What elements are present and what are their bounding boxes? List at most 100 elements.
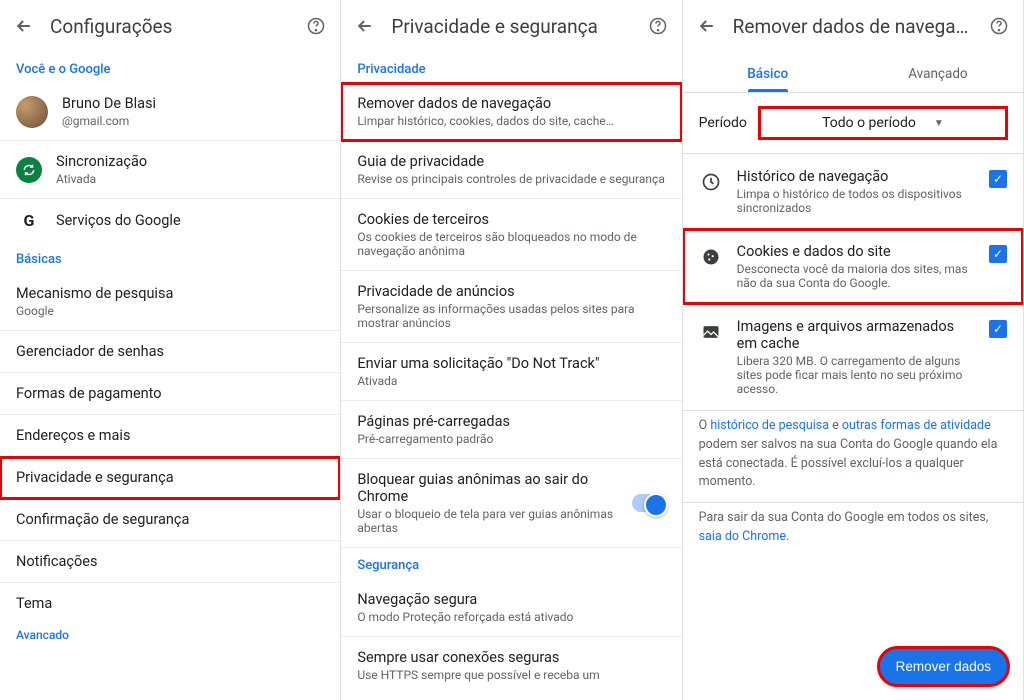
incognito-lock-row[interactable]: Bloquear guias anônimas ao sair do Chrom… <box>341 459 681 548</box>
privacy-guide-row[interactable]: Guia de privacidade Revise os principais… <box>341 141 681 199</box>
dnt-title: Enviar uma solicitação "Do Not Track" <box>357 355 665 372</box>
search-engine-sub: Google <box>16 304 324 318</box>
preload-sub: Pré-carregamento padrão <box>357 432 665 446</box>
cache-sub: Libera 320 MB. O carregamento de alguns … <box>737 354 975 396</box>
safe-browsing-title: Navegação segura <box>357 591 665 608</box>
https-sub: Use HTTPS sempre que possível e receba u… <box>357 668 665 682</box>
cookies-checkbox[interactable]: ✓ <box>989 245 1007 263</box>
sync-icon <box>16 157 42 183</box>
passwords-label: Gerenciador de senhas <box>16 343 324 360</box>
search-history-note: O histórico de pesquisa e outras formas … <box>683 411 1023 502</box>
settings-list: Você e o Google Bruno De Blasi @gmail.co… <box>0 52 340 700</box>
safety-row[interactable]: Confirmação de segurança <box>0 499 340 541</box>
section-you-google: Você e o Google <box>0 52 340 83</box>
history-checkbox[interactable]: ✓ <box>989 170 1007 188</box>
dnt-row[interactable]: Enviar uma solicitação "Do Not Track" At… <box>341 343 681 401</box>
account-row[interactable]: Bruno De Blasi @gmail.com <box>0 83 340 141</box>
clear-data-row[interactable]: Remover dados de navegação Limpar histór… <box>341 83 681 141</box>
header: Privacidade e segurança <box>341 0 681 52</box>
clear-data-panel: Remover dados de navega… Básico Avançado… <box>683 0 1024 700</box>
incognito-lock-toggle[interactable] <box>632 494 666 512</box>
payments-row[interactable]: Formas de pagamento <box>0 373 340 415</box>
clear-data-button[interactable]: Remover dados <box>878 647 1009 686</box>
incognito-lock-title: Bloquear guias anônimas ao sair do Chrom… <box>357 471 617 505</box>
dnt-sub: Ativada <box>357 374 665 388</box>
page-title: Remover dados de navega… <box>733 15 973 38</box>
theme-row[interactable]: Tema <box>0 583 340 624</box>
privacy-label: Privacidade e segurança <box>16 469 324 486</box>
ads-row[interactable]: Privacidade de anúncios Personalize as i… <box>341 271 681 343</box>
cookies-title: Cookies de terceiros <box>357 211 665 228</box>
tabs: Básico Avançado <box>683 52 1023 92</box>
google-services-row[interactable]: G Serviços do Google <box>0 199 340 242</box>
clear-data-sub: Limpar histórico, cookies, dados do site… <box>357 114 665 128</box>
header: Configurações <box>0 0 340 52</box>
addresses-label: Endereços e mais <box>16 427 324 444</box>
settings-panel: Configurações Você e o Google Bruno De B… <box>0 0 341 700</box>
other-activity-link[interactable]: outras formas de atividade <box>842 418 991 433</box>
privacy-row[interactable]: Privacidade e segurança <box>0 457 340 499</box>
tab-basic[interactable]: Básico <box>683 52 853 92</box>
user-email: @gmail.com <box>62 114 324 128</box>
sync-sub: Ativada <box>56 172 324 186</box>
cookies-sub: Os cookies de terceiros são bloqueados n… <box>357 230 665 258</box>
period-value: Todo o período <box>822 115 916 131</box>
passwords-row[interactable]: Gerenciador de senhas <box>0 331 340 373</box>
sync-row[interactable]: Sincronização Ativada <box>0 141 340 199</box>
signout-link[interactable]: saia do Chrome <box>699 529 786 544</box>
notifications-label: Notificações <box>16 553 324 570</box>
incognito-lock-sub: Usar o bloqueio de tela para ver guias a… <box>357 507 617 535</box>
history-title: Histórico de navegação <box>737 168 975 185</box>
help-icon[interactable] <box>987 14 1011 38</box>
back-icon[interactable] <box>12 14 36 38</box>
cookies-title: Cookies e dados do site <box>737 243 975 260</box>
period-dropdown[interactable]: Todo o período ▼ <box>759 107 1007 139</box>
privacy-guide-title: Guia de privacidade <box>357 153 665 170</box>
addresses-row[interactable]: Endereços e mais <box>0 415 340 457</box>
period-label: Período <box>699 115 747 131</box>
notifications-row[interactable]: Notificações <box>0 541 340 583</box>
page-title: Privacidade e segurança <box>391 15 631 38</box>
clear-data-title: Remover dados de navegação <box>357 95 665 112</box>
cache-row[interactable]: Imagens e arquivos armazenados em cache … <box>683 304 1023 410</box>
chevron-down-icon: ▼ <box>934 118 944 129</box>
tab-advanced[interactable]: Avançado <box>853 52 1023 92</box>
preload-row[interactable]: Páginas pré-carregadas Pré-carregamento … <box>341 401 681 459</box>
safe-browsing-sub: O modo Proteção reforçada está ativado <box>357 610 665 624</box>
avatar <box>16 96 48 128</box>
history-sub: Limpa o histórico de todos os dispositiv… <box>737 187 975 215</box>
section-security: Segurança <box>341 548 681 579</box>
section-advanced: Avancado <box>0 624 340 642</box>
https-row[interactable]: Sempre usar conexões seguras Use HTTPS s… <box>341 637 681 694</box>
payments-label: Formas de pagamento <box>16 385 324 402</box>
page-title: Configurações <box>50 15 290 38</box>
ads-sub: Personalize as informações usadas pelos … <box>357 302 665 330</box>
cache-checkbox[interactable]: ✓ <box>989 320 1007 338</box>
search-history-link[interactable]: histórico de pesquisa <box>710 418 829 433</box>
cookies-sub: Desconecta você da maioria dos sites, ma… <box>737 262 975 290</box>
ads-title: Privacidade de anúncios <box>357 283 665 300</box>
section-privacy: Privacidade <box>341 52 681 83</box>
privacy-panel: Privacidade e segurança Privacidade Remo… <box>341 0 682 700</box>
theme-label: Tema <box>16 595 324 612</box>
search-engine-row[interactable]: Mecanismo de pesquisa Google <box>0 273 340 331</box>
cookie-icon <box>699 245 723 269</box>
signout-note: Para sair da sua Conta do Google em todo… <box>683 503 1023 557</box>
back-icon[interactable] <box>353 14 377 38</box>
history-icon <box>699 170 723 194</box>
help-icon[interactable] <box>646 14 670 38</box>
sync-title: Sincronização <box>56 153 324 170</box>
privacy-list: Privacidade Remover dados de navegação L… <box>341 52 681 700</box>
cookies-row[interactable]: Cookies de terceiros Os cookies de terce… <box>341 199 681 271</box>
header: Remover dados de navega… <box>683 0 1023 52</box>
back-icon[interactable] <box>695 14 719 38</box>
google-services-label: Serviços do Google <box>56 212 324 229</box>
help-icon[interactable] <box>304 14 328 38</box>
section-basics: Básicas <box>0 242 340 273</box>
period-row: Período Todo o período ▼ <box>683 93 1023 153</box>
safe-browsing-row[interactable]: Navegação segura O modo Proteção reforça… <box>341 579 681 637</box>
cookies-row[interactable]: Cookies e dados do site Desconecta você … <box>683 229 1023 304</box>
user-name: Bruno De Blasi <box>62 95 324 112</box>
history-row[interactable]: Histórico de navegação Limpa o histórico… <box>683 154 1023 229</box>
https-title: Sempre usar conexões seguras <box>357 649 665 666</box>
